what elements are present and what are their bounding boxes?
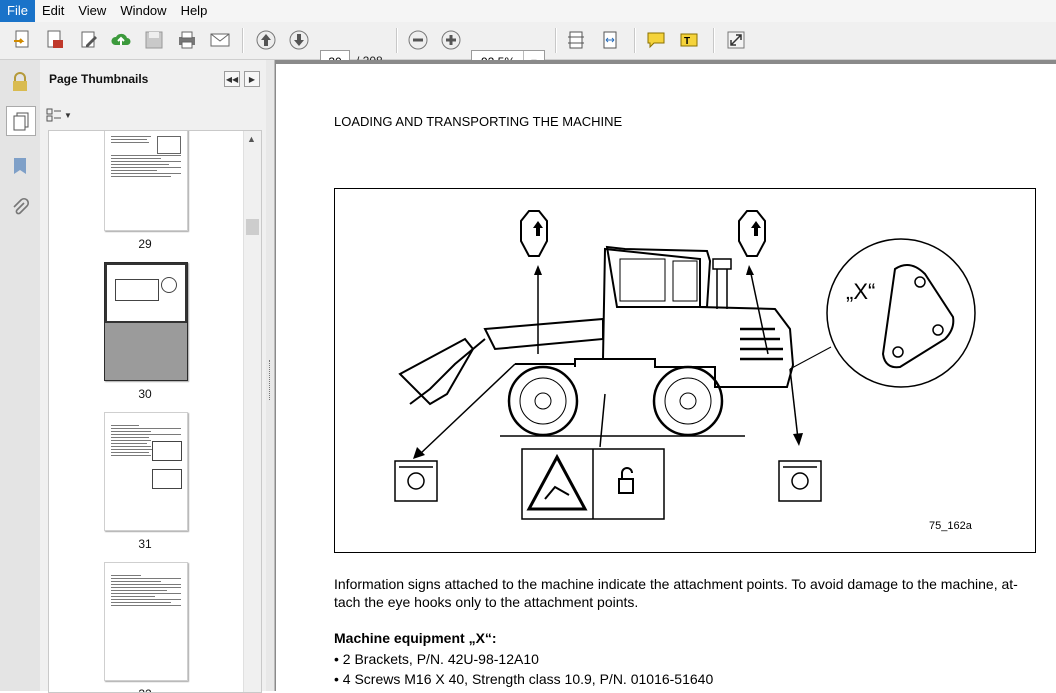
- thumbnail-page[interactable]: [104, 131, 188, 231]
- equipment-item-text: 4 Screws M16 X 40, Strength class 10.9, …: [342, 671, 714, 687]
- save-icon[interactable]: [141, 27, 167, 53]
- create-pdf-icon[interactable]: [42, 27, 68, 53]
- paragraph: Information signs attached to the machin…: [334, 576, 1018, 610]
- pages-icon[interactable]: [6, 106, 36, 136]
- thumbnail-label: 32: [104, 687, 186, 692]
- menu-bar: File Edit View Window Help: [0, 0, 1056, 23]
- thumbnail-label: 29: [138, 237, 152, 251]
- zoom-in-icon[interactable]: [438, 27, 464, 53]
- highlight-icon[interactable]: T: [676, 27, 702, 53]
- navigation-pane-strip: [0, 60, 41, 691]
- fit-page-icon[interactable]: [563, 27, 589, 53]
- thumbnail-page[interactable]: [104, 562, 188, 681]
- fit-width-icon[interactable]: [597, 27, 623, 53]
- thumbnail-scrollbar[interactable]: ▲: [243, 131, 261, 692]
- edit-icon[interactable]: [76, 27, 102, 53]
- email-icon[interactable]: [207, 27, 233, 53]
- figure: „X“ 75_162a: [334, 188, 1036, 553]
- thumbnail-label: 31: [138, 537, 152, 551]
- equipment-item: • 4 Screws M16 X 40, Strength class 10.9…: [334, 671, 714, 687]
- thumbnails-panel: Page Thumbnails ◀◀ ▶ ▼ 29 30 31 ▲: [40, 60, 267, 693]
- scrollbar-thumb[interactable]: [246, 219, 259, 235]
- menu-window[interactable]: Window: [113, 0, 173, 22]
- collapse-panel-icon[interactable]: ◀◀: [224, 71, 240, 87]
- lock-icon[interactable]: [6, 68, 34, 96]
- panel-title: Page Thumbnails: [49, 72, 149, 86]
- print-icon[interactable]: [174, 27, 200, 53]
- upload-icon[interactable]: [108, 27, 134, 53]
- open-icon[interactable]: [10, 27, 36, 53]
- toolbar: 30 / 208 92.5% ▼ T: [0, 22, 1056, 74]
- scroll-up-icon[interactable]: ▲: [247, 134, 256, 144]
- equipment-item-text: 2 Brackets, P/N. 42U-98-12A10: [342, 651, 539, 667]
- document-page: LOADING AND TRANSPORTING THE MACHINE „X“…: [276, 64, 1056, 691]
- thumbnail-list[interactable]: 29 30 31 32 ▲: [48, 130, 262, 693]
- page-heading: LOADING AND TRANSPORTING THE MACHINE: [334, 114, 623, 129]
- menu-edit[interactable]: Edit: [35, 0, 71, 22]
- options-button[interactable]: ▼: [46, 106, 74, 124]
- bookmark-icon[interactable]: [6, 152, 34, 180]
- document-viewer[interactable]: LOADING AND TRANSPORTING THE MACHINE „X“…: [275, 60, 1056, 691]
- svg-text:T: T: [684, 36, 690, 47]
- zoom-out-icon[interactable]: [405, 27, 431, 53]
- thumbnail-page[interactable]: [104, 412, 188, 531]
- figure-id: 75_162a: [929, 520, 972, 532]
- panel-splitter[interactable]: [266, 60, 275, 691]
- fullscreen-icon[interactable]: [723, 27, 749, 53]
- menu-file[interactable]: File: [0, 0, 35, 22]
- expand-panel-icon[interactable]: ▶: [244, 71, 260, 87]
- thumbnail-page-selected[interactable]: [104, 262, 188, 381]
- next-page-icon[interactable]: [286, 27, 312, 53]
- loader-diagram: [394, 210, 976, 520]
- attachment-icon[interactable]: [6, 194, 34, 222]
- detail-label: „X“: [846, 279, 876, 304]
- equipment-item: • 2 Brackets, P/N. 42U-98-12A10: [334, 651, 539, 667]
- prev-page-icon[interactable]: [253, 27, 279, 53]
- menu-help[interactable]: Help: [174, 0, 215, 22]
- thumbnail-label: 30: [138, 387, 152, 401]
- equipment-title: Machine equipment „X“:: [334, 630, 497, 646]
- comment-icon[interactable]: [643, 27, 669, 53]
- menu-view[interactable]: View: [71, 0, 113, 22]
